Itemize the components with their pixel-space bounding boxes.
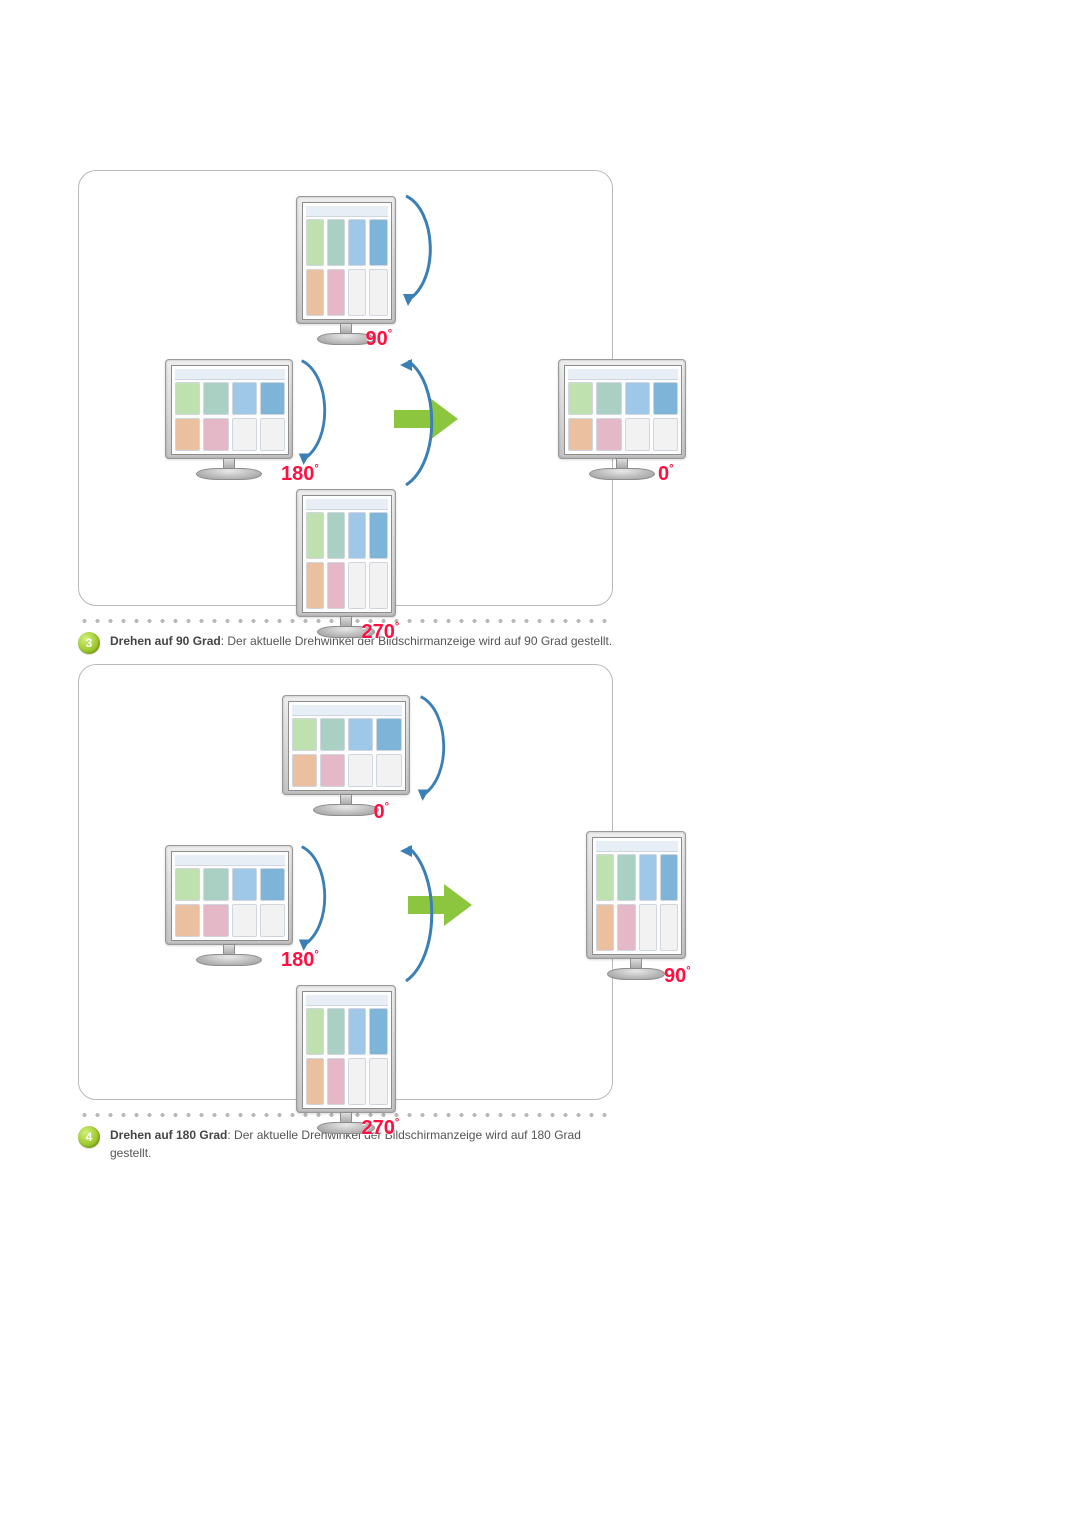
monitor-90deg xyxy=(296,196,396,345)
rotation-arrow-icon xyxy=(414,691,452,799)
monitor-180deg xyxy=(165,359,293,480)
monitor-180deg xyxy=(165,845,293,966)
degree-label-90: 90° xyxy=(366,328,393,351)
monitor-90deg-result xyxy=(586,831,686,980)
rotation-arrow-icon xyxy=(295,841,333,949)
degree-label-0: 0° xyxy=(374,801,390,824)
degree-label-270: 270° xyxy=(362,1117,400,1140)
rotation-arrow-icon xyxy=(400,190,438,304)
monitor-270deg xyxy=(296,985,396,1134)
result-arrow-icon xyxy=(408,884,472,926)
degree-label-270: 270° xyxy=(362,621,400,644)
result-arrow-icon xyxy=(394,398,458,440)
figure-rotate-to-0: 90° 180° xyxy=(78,170,613,606)
degree-label-90: 90° xyxy=(664,965,691,988)
figure-rotate-to-90: 0° 180° xyxy=(78,664,613,1100)
monitor-270deg xyxy=(296,489,396,638)
monitor-0deg xyxy=(282,695,410,816)
degree-label-180: 180° xyxy=(281,463,319,486)
rotation-arrow-icon xyxy=(295,355,333,463)
degree-label-0: 0° xyxy=(658,463,674,486)
degree-label-180: 180° xyxy=(281,949,319,972)
monitor-0deg-result xyxy=(558,359,686,480)
